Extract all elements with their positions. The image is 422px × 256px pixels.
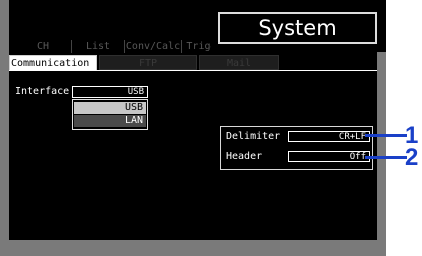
header-label: Header (226, 151, 263, 162)
delimiter-field[interactable]: CR+LF (288, 131, 370, 142)
header-field[interactable]: Off (288, 151, 370, 162)
subtab-mail[interactable]: Mail (199, 55, 279, 70)
screen-left-bezel (0, 0, 9, 256)
subtab-ftp[interactable]: FTP (99, 55, 197, 70)
interface-select[interactable]: USB (72, 86, 148, 98)
marker-2-label: 2 (405, 144, 419, 171)
interface-label: Interface (15, 86, 70, 97)
screen-bottom-bezel (0, 240, 386, 256)
interface-dropdown-list: USB LAN (72, 99, 148, 130)
screen-title: System (218, 12, 377, 44)
tab-list[interactable]: List (72, 40, 125, 53)
tab-ch[interactable]: CH (15, 40, 72, 53)
interface-option-lan[interactable]: LAN (74, 115, 146, 127)
sub-tab-bar: Communication FTP Mail (9, 55, 377, 70)
marker-1-leader-line (365, 134, 407, 137)
subtab-communication[interactable]: Communication (9, 55, 97, 70)
interface-option-usb[interactable]: USB (74, 102, 146, 114)
screen-title-callout: System (211, 0, 386, 52)
delimiter-label: Delimiter (226, 131, 281, 142)
marker-2-leader-line (365, 156, 407, 159)
tab-conv-calc[interactable]: Conv/Calc (125, 40, 182, 53)
instrument-screen: CH List Conv/Calc Trig&Alm Communication… (0, 0, 386, 256)
